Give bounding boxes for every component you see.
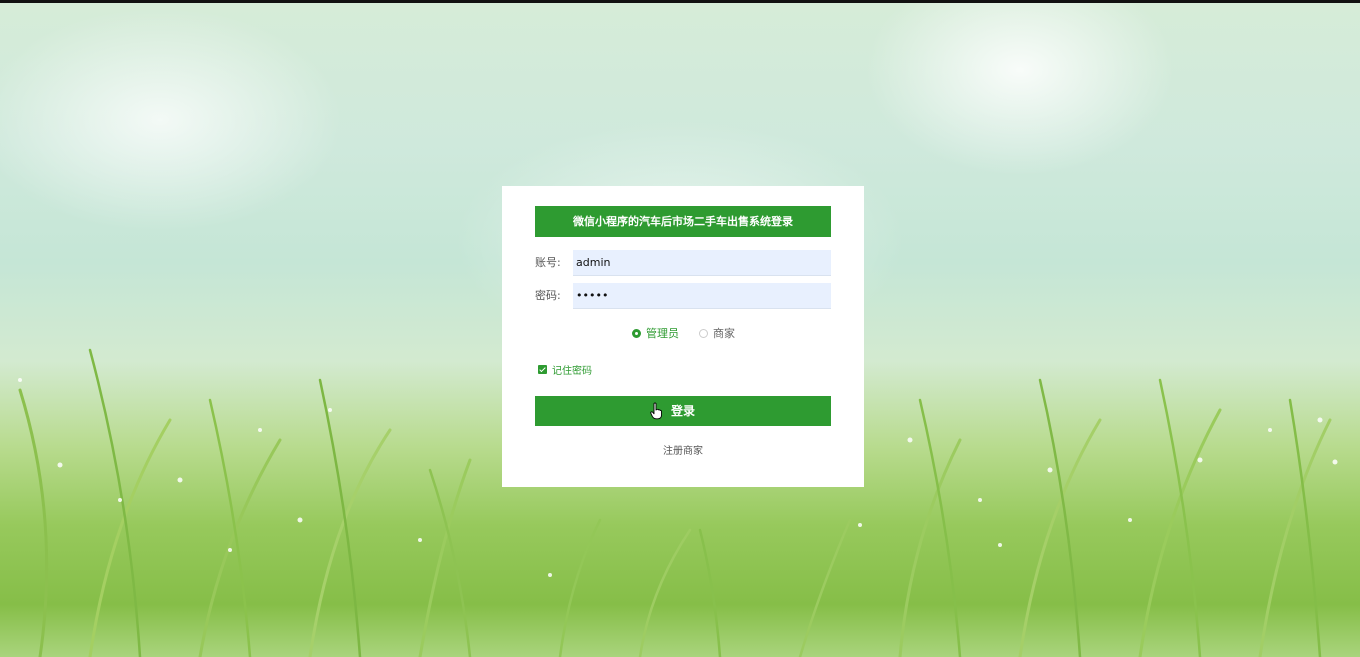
- remember-password-label: 记住密码: [552, 365, 592, 377]
- login-title: 微信小程序的汽车后市场二手车出售系统登录: [535, 206, 831, 237]
- radio-unchecked-icon: [699, 328, 708, 338]
- radio-checked-icon: [632, 328, 641, 338]
- login-button[interactable]: 登录: [535, 396, 831, 426]
- role-radio-merchant[interactable]: 商家: [699, 325, 735, 341]
- account-row: 账号:: [535, 250, 831, 276]
- top-border: [0, 0, 1360, 3]
- checkbox-checked-icon: [538, 364, 547, 374]
- role-radio-admin[interactable]: 管理员: [632, 325, 679, 341]
- account-label: 账号:: [535, 256, 561, 269]
- role-admin-label: 管理员: [646, 327, 679, 340]
- account-input[interactable]: [573, 250, 831, 276]
- password-label: 密码:: [535, 289, 561, 302]
- role-selector: 管理员 商家: [502, 325, 864, 341]
- remember-password-checkbox[interactable]: 记住密码: [538, 362, 592, 377]
- password-input[interactable]: [573, 283, 831, 309]
- role-merchant-label: 商家: [713, 327, 735, 340]
- password-row: 密码:: [535, 283, 831, 309]
- register-merchant-link[interactable]: 注册商家: [502, 442, 864, 457]
- hand-cursor-icon: [650, 402, 662, 420]
- login-panel: 微信小程序的汽车后市场二手车出售系统登录 账号: 密码: 管理员 商家 记住密码…: [502, 186, 864, 487]
